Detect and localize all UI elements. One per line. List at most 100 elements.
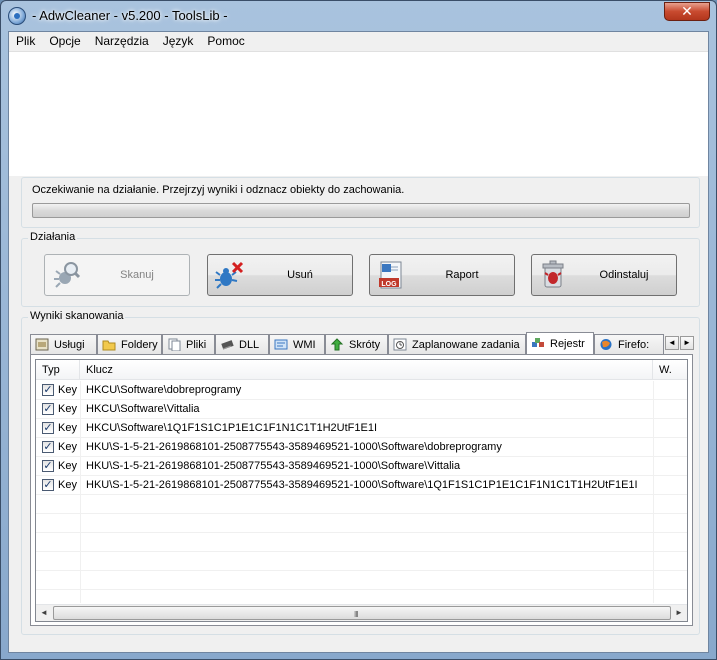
list-header: Typ Klucz W.	[36, 360, 687, 380]
report-button-label: Raport	[445, 269, 479, 281]
row-key: HKU\S-1-5-21-2619868101-2508775543-35894…	[86, 441, 502, 453]
menu-narzedzia[interactable]: Narzędzia	[88, 32, 156, 52]
trash-uninstall-icon	[542, 260, 564, 288]
delete-button-label: Usuń	[287, 269, 313, 281]
banner-area	[9, 52, 708, 176]
tab-pliki-label: Pliki	[186, 339, 207, 351]
table-row[interactable]: ✓ Key HKU\S-1-5-21-2619868101-2508775543…	[36, 457, 687, 476]
close-button[interactable]: ✕	[664, 2, 710, 21]
menu-jezyk[interactable]: Język	[156, 32, 201, 52]
results-tab-strip: Usługi Foldery Pliki DLL WMI Skróty Zapl…	[30, 332, 696, 354]
row-type: Key	[58, 403, 77, 415]
tab-pliki[interactable]: Pliki	[162, 334, 215, 354]
row-key: HKU\S-1-5-21-2619868101-2508775543-35894…	[86, 479, 638, 491]
progress-bar	[32, 203, 690, 218]
scroll-right-arrow[interactable]: ►	[672, 607, 686, 619]
row-key: HKCU\Software\1Q1F1S1C1P1E1C1F1N1C1T1H2U…	[86, 422, 378, 434]
tab-wmi[interactable]: WMI	[269, 334, 325, 354]
dll-chip-icon	[221, 340, 234, 350]
status-text: Oczekiwanie na działanie. Przejrzyj wyni…	[32, 184, 405, 196]
row-key: HKCU\Software\Vittalia	[86, 403, 200, 415]
app-window: - AdwCleaner - v5.200 - ToolsLib - ✕ Pli…	[0, 0, 717, 660]
row-type: Key	[58, 441, 77, 453]
scrollbar-thumb[interactable]: III	[53, 606, 671, 620]
column-extra-header[interactable]: W.	[653, 360, 687, 380]
column-key-header[interactable]: Klucz	[80, 360, 653, 380]
table-row[interactable]: ✓ Key HKCU\Software\dobreprogramy	[36, 381, 687, 400]
tab-foldery-label: Foldery	[121, 339, 158, 351]
row-checkbox[interactable]: ✓	[42, 403, 54, 415]
column-type-header[interactable]: Typ	[36, 360, 80, 380]
firefox-globe-icon	[600, 339, 612, 350]
tab-zaplanowane-zadania-label: Zaplanowane zadania	[412, 339, 520, 351]
tab-uslugi[interactable]: Usługi	[30, 334, 97, 354]
row-type: Key	[58, 422, 77, 434]
row-key: HKCU\Software\dobreprogramy	[86, 384, 242, 396]
tab-wmi-label: WMI	[293, 339, 316, 351]
tab-uslugi-label: Usługi	[54, 339, 85, 351]
table-row[interactable]: ✓ Key HKU\S-1-5-21-2619868101-2508775543…	[36, 476, 687, 495]
actions-panel: Działania Skanuj Usuń LOG Raport Odinsta…	[21, 231, 700, 307]
bug-delete-icon	[215, 261, 244, 289]
scrollbar-grip: III	[354, 610, 359, 619]
tab-dll[interactable]: DLL	[215, 334, 269, 354]
tab-zaplanowane-zadania[interactable]: Zaplanowane zadania	[388, 334, 526, 354]
menu-pomoc[interactable]: Pomoc	[200, 32, 251, 52]
registry-tab-panel: Typ Klucz W. ✓ Key HKCU\Software\dobrepr…	[30, 354, 693, 626]
actions-group-label: Działania	[28, 231, 78, 243]
empty-row	[36, 590, 687, 603]
tab-rejestr[interactable]: Rejestr	[526, 332, 594, 354]
delete-button[interactable]: Usuń	[207, 254, 353, 296]
uninstall-button[interactable]: Odinstaluj	[531, 254, 677, 296]
scheduled-task-icon	[393, 338, 407, 351]
tab-firefox-label: Firefo:	[618, 339, 650, 351]
tab-skroty[interactable]: Skróty	[325, 334, 388, 354]
window-title: - AdwCleaner - v5.200 - ToolsLib -	[32, 8, 228, 23]
registry-list[interactable]: Typ Klucz W. ✓ Key HKCU\Software\dobrepr…	[35, 359, 688, 622]
table-row[interactable]: ✓ Key HKU\S-1-5-21-2619868101-2508775543…	[36, 438, 687, 457]
tab-rejestr-label: Rejestr	[550, 338, 585, 350]
menu-bar: Plik Opcje Narzędzia Język Pomoc	[9, 32, 708, 52]
row-type: Key	[58, 384, 77, 396]
files-icon	[168, 338, 181, 351]
table-row[interactable]: ✓ Key HKCU\Software\1Q1F1S1C1P1E1C1F1N1C…	[36, 419, 687, 438]
row-type: Key	[58, 479, 77, 491]
tab-dll-label: DLL	[239, 339, 260, 351]
scan-button-label: Skanuj	[120, 269, 154, 281]
row-checkbox[interactable]: ✓	[42, 422, 54, 434]
title-bar[interactable]: - AdwCleaner - v5.200 - ToolsLib - ✕	[1, 1, 716, 31]
tab-scroll-left-button[interactable]: ◄	[665, 336, 679, 350]
row-checkbox[interactable]: ✓	[42, 384, 54, 396]
status-panel: Oczekiwanie na działanie. Przejrzyj wyni…	[21, 177, 700, 228]
report-button[interactable]: LOG Raport	[369, 254, 515, 296]
shortcut-arrow-icon	[330, 338, 344, 351]
results-panel: Wyniki skanowania Usługi Foldery Pliki D…	[21, 310, 700, 635]
adwcleaner-logo-icon[interactable]	[8, 7, 26, 25]
row-checkbox[interactable]: ✓	[42, 460, 54, 472]
scroll-left-arrow[interactable]: ◄	[37, 607, 51, 619]
empty-row	[36, 495, 687, 514]
row-checkbox[interactable]: ✓	[42, 441, 54, 453]
horizontal-scrollbar[interactable]: ◄ III ►	[36, 604, 687, 621]
scan-button[interactable]: Skanuj	[44, 254, 190, 296]
row-key: HKU\S-1-5-21-2619868101-2508775543-35894…	[86, 460, 461, 472]
row-type: Key	[58, 460, 77, 472]
menu-plik[interactable]: Plik	[9, 32, 42, 52]
tab-firefox[interactable]: Firefo:	[594, 334, 664, 354]
results-group-label: Wyniki skanowania	[28, 310, 126, 322]
table-row[interactable]: ✓ Key HKCU\Software\Vittalia	[36, 400, 687, 419]
svg-text:LOG: LOG	[381, 281, 397, 288]
client-area: Plik Opcje Narzędzia Język Pomoc Oczekiwanie…	[8, 31, 709, 653]
empty-row	[36, 571, 687, 590]
uninstall-button-label: Odinstaluj	[599, 269, 649, 281]
magnifier-bug-icon	[54, 262, 81, 288]
empty-row	[36, 533, 687, 552]
wmi-icon	[274, 339, 288, 350]
empty-row	[36, 552, 687, 571]
row-checkbox[interactable]: ✓	[42, 479, 54, 491]
tab-scroll-right-button[interactable]: ►	[680, 336, 694, 350]
services-icon	[35, 338, 49, 351]
menu-opcje[interactable]: Opcje	[42, 32, 87, 52]
tab-foldery[interactable]: Foldery	[97, 334, 162, 354]
list-rows: ✓ Key HKCU\Software\dobreprogramy ✓ Key …	[36, 381, 687, 603]
